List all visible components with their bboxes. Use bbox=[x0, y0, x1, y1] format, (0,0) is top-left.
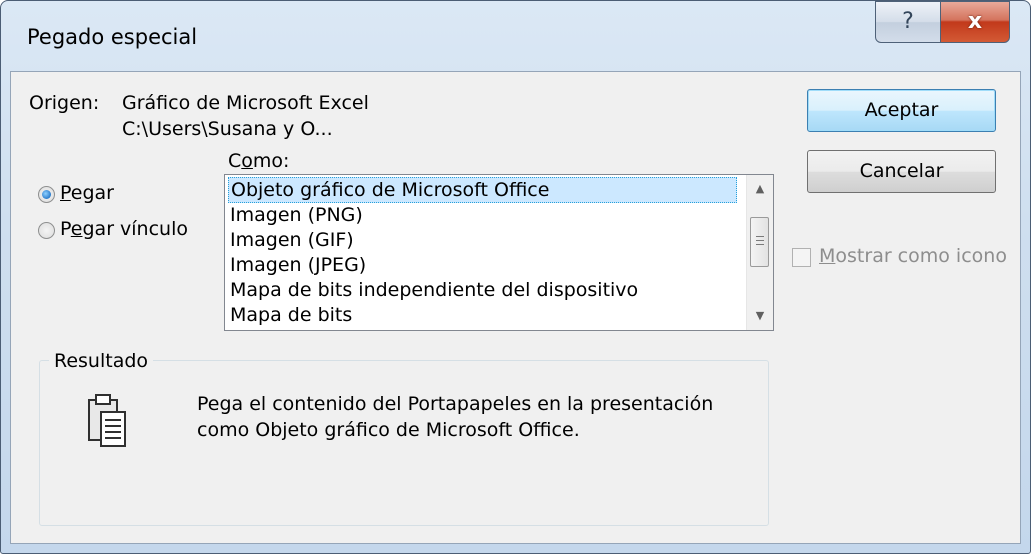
result-line-2: como Objeto gráfico de Microsoft Office. bbox=[197, 419, 580, 441]
como-label: Como: bbox=[228, 150, 290, 172]
origin-label: Origen: bbox=[29, 92, 100, 114]
show-as-icon-label: Mostrar como icono bbox=[819, 245, 1007, 267]
paste-as-listbox[interactable]: Objeto gráfico de Microsoft Office Image… bbox=[224, 174, 774, 331]
list-scrollbar[interactable]: ▲ ▼ bbox=[746, 175, 773, 330]
dialog-title: Pegado especial bbox=[27, 25, 198, 49]
result-groupbox bbox=[39, 360, 769, 526]
dialog-body: Origen: Gráfico de Microsoft Excel C:\Us… bbox=[10, 71, 1021, 544]
list-item[interactable]: Imagen (GIF) bbox=[230, 227, 354, 253]
list-item[interactable]: Imagen (JPEG) bbox=[230, 252, 366, 278]
list-item[interactable]: Mapa de bits bbox=[230, 302, 352, 328]
scroll-down-arrow-icon[interactable]: ▼ bbox=[747, 306, 773, 326]
pegar-vinculo-radio[interactable] bbox=[38, 222, 55, 239]
title-bar[interactable]: Pegado especial ? x bbox=[1, 1, 1030, 71]
scroll-up-arrow-icon[interactable]: ▲ bbox=[747, 179, 773, 199]
paste-special-dialog: Pegado especial ? x Origen: Gráfico de M… bbox=[0, 0, 1031, 554]
clipboard-icon bbox=[88, 394, 126, 447]
show-as-icon-checkbox[interactable] bbox=[792, 248, 811, 267]
pegar-vinculo-radio-label[interactable]: Pegar vínculo bbox=[60, 218, 188, 240]
pegar-radio[interactable] bbox=[38, 186, 55, 203]
list-item[interactable]: Objeto gráfico de Microsoft Office bbox=[228, 177, 737, 203]
origin-path: C:\Users\Susana y O... bbox=[122, 118, 333, 140]
result-description: Pega el contenido del Portapapeles en la… bbox=[197, 391, 757, 443]
scroll-thumb[interactable] bbox=[750, 217, 769, 267]
origin-source: Gráfico de Microsoft Excel bbox=[122, 92, 369, 114]
pegar-radio-label[interactable]: Pegar bbox=[60, 182, 114, 204]
close-icon: x bbox=[967, 9, 983, 34]
cancel-button[interactable]: Cancelar bbox=[807, 150, 996, 193]
list-item[interactable]: Mapa de bits independiente del dispositi… bbox=[230, 277, 638, 303]
list-item[interactable]: Imagen (PNG) bbox=[230, 202, 363, 228]
help-icon: ? bbox=[902, 9, 914, 34]
result-line-1: Pega el contenido del Portapapeles en la… bbox=[197, 393, 714, 415]
close-button[interactable]: x bbox=[940, 1, 1010, 43]
accept-button[interactable]: Aceptar bbox=[807, 89, 996, 132]
result-group-title: Resultado bbox=[49, 350, 154, 372]
help-button[interactable]: ? bbox=[875, 1, 941, 43]
